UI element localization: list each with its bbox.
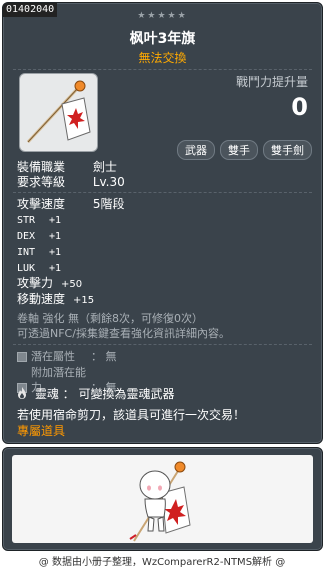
character-with-flag-image — [129, 461, 191, 542]
character-preview-panel — [2, 447, 323, 551]
attack-power-label: 攻擊力 — [17, 276, 54, 290]
footer-credit: @ 数据由小册子整理，WzComparerR2-NTMS解析 @ — [38, 557, 286, 568]
soul-label: 靈魂 — [34, 387, 59, 401]
level-label: 要求等級 — [17, 175, 66, 189]
tag-two-handed: 雙手 — [220, 140, 258, 160]
soul-text: ： 可變換為靈魂武器 — [62, 387, 175, 401]
item-icon-frame — [19, 73, 98, 152]
potential-square-icon — [17, 352, 27, 362]
stat-value: +1 — [49, 263, 62, 274]
job-row: 裝備職業 劍士 — [17, 160, 117, 175]
stat-value: +1 — [49, 231, 62, 242]
power-increase-value: 0 — [291, 93, 308, 121]
flame-icon — [17, 387, 31, 401]
tag-two-handed-sword: 雙手劍 — [263, 140, 312, 160]
character-preview-area — [12, 455, 313, 543]
divider — [13, 192, 312, 193]
stat-name: DEX — [17, 231, 36, 242]
level-row: 要求等級 Lv.30 — [17, 175, 125, 190]
star-force-stars: ★★★★★ — [137, 11, 188, 21]
job-value: 劍士 — [92, 160, 117, 174]
stat-row: INT +1 — [17, 246, 61, 260]
attack-power-row: 攻擊力 +50 — [17, 276, 82, 292]
scroll-hint-line: 可透過NFC/採集鍵查看強化資訊詳細內容。 — [17, 327, 230, 340]
scissors-trade-text: 若使用宿命剪刀，該道具可進行一次交易！ — [17, 408, 246, 422]
job-label: 裝備職業 — [17, 160, 66, 174]
move-speed-row: 移動速度 +15 — [17, 292, 94, 308]
attack-power-value: +50 — [61, 279, 83, 290]
maple-flag-icon — [26, 80, 91, 144]
item-tags: 武器 雙手 雙手劍 — [177, 140, 312, 160]
stat-row: DEX +1 — [17, 230, 61, 244]
attack-speed-row: 攻擊速度 5階段 — [17, 197, 124, 212]
stat-name: STR — [17, 215, 36, 226]
divider — [13, 344, 312, 345]
item-tooltip: 01402040 ★★★★★ 枫叶3年旗 無法交換 戰鬥力提升量 0 武器 雙手… — [2, 2, 323, 444]
attack-speed-label: 攻擊速度 — [17, 197, 66, 211]
trade-status: 無法交換 — [138, 51, 187, 65]
power-increase-label: 戰鬥力提升量 — [235, 75, 308, 89]
level-value: Lv.30 — [92, 175, 125, 189]
stat-name: LUK — [17, 263, 36, 274]
potential-row: 潛在屬性 ： 無 — [17, 349, 117, 364]
exclusive-item-label: 專屬道具 — [17, 424, 66, 438]
stat-value: +1 — [49, 247, 62, 258]
item-name: 枫叶3年旗 — [129, 31, 196, 47]
stat-row: LUK +1 — [17, 262, 61, 276]
potential-label: 潛在屬性 — [31, 350, 75, 363]
stat-name: INT — [17, 247, 36, 258]
divider — [13, 69, 312, 70]
stat-value: +1 — [49, 215, 62, 226]
move-speed-value: +15 — [73, 295, 95, 306]
scroll-upgrade-line: 卷軸 強化 無（剩餘8次，可修復0次） — [17, 312, 203, 325]
tag-weapon: 武器 — [177, 140, 215, 160]
soul-row: 靈魂 ： 可變換為靈魂武器 — [17, 385, 175, 402]
potential-value: ： 無 — [91, 350, 117, 363]
move-speed-label: 移動速度 — [17, 292, 66, 306]
stat-row: STR +1 — [17, 214, 61, 228]
attack-speed-value: 5階段 — [92, 197, 125, 211]
